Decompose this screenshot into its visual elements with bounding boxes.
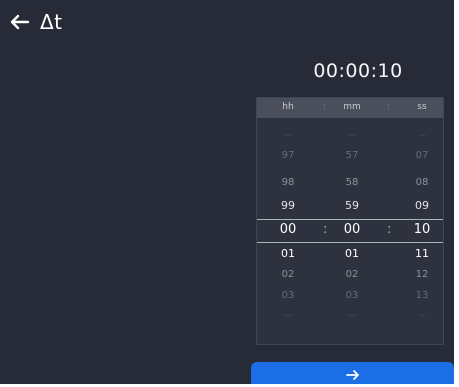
picker-column-header: hh : mm : ss xyxy=(257,98,443,118)
minutes-value[interactable]: 01 xyxy=(337,246,367,262)
picker-row-selected[interactable]: 00 : 00 : 10 xyxy=(257,219,443,241)
hours-value[interactable]: 99 xyxy=(273,198,303,214)
hours-value[interactable]: 03 xyxy=(273,288,303,304)
seconds-value[interactable]: -- xyxy=(407,308,437,324)
picker-row[interactable]: 99 59 09 xyxy=(257,198,443,214)
hours-value[interactable]: -- xyxy=(273,308,303,324)
seconds-value[interactable]: 07 xyxy=(407,148,437,164)
screen: Δt 00:00:10 hh : mm : ss -- -- -- 97 57 … xyxy=(0,0,459,387)
header: Δt xyxy=(8,10,63,34)
picker-row[interactable]: 02 02 12 xyxy=(257,267,443,283)
arrow-right-icon xyxy=(345,369,359,380)
minutes-value[interactable]: -- xyxy=(337,128,367,144)
picker-row[interactable]: -- -- -- xyxy=(257,128,443,144)
minutes-value[interactable]: -- xyxy=(337,308,367,324)
picker-row[interactable]: 03 03 13 xyxy=(257,288,443,304)
hours-value[interactable]: 01 xyxy=(273,246,303,262)
time-value-display: 00:00:10 xyxy=(313,60,403,82)
hours-value[interactable]: 97 xyxy=(273,148,303,164)
seconds-value-selected[interactable]: 10 xyxy=(407,219,437,241)
seconds-value[interactable]: 09 xyxy=(407,198,437,214)
picker-row[interactable]: -- -- -- xyxy=(257,308,443,324)
arrow-left-icon[interactable] xyxy=(8,13,30,31)
seconds-value[interactable]: 11 xyxy=(407,246,437,262)
hours-value[interactable]: 98 xyxy=(273,175,303,191)
hours-value[interactable]: -- xyxy=(273,128,303,144)
picker-row[interactable]: 01 01 11 xyxy=(257,246,443,262)
picker-wheel[interactable]: -- -- -- 97 57 07 98 58 08 99 59 09 00:… xyxy=(257,118,443,344)
minutes-column-label: mm xyxy=(343,102,361,112)
column-separator: : xyxy=(387,222,392,237)
picker-row[interactable]: 97 57 07 xyxy=(257,148,443,164)
picker-row[interactable]: 98 58 08 xyxy=(257,175,443,191)
hours-value-selected[interactable]: 00 xyxy=(273,219,303,241)
seconds-value[interactable]: 12 xyxy=(407,267,437,283)
screen-edge xyxy=(454,0,459,387)
minutes-value[interactable]: 02 xyxy=(337,267,367,283)
column-separator: : xyxy=(323,102,327,112)
hours-value[interactable]: 02 xyxy=(273,267,303,283)
seconds-value[interactable]: -- xyxy=(407,128,437,144)
minutes-value[interactable]: 58 xyxy=(337,175,367,191)
seconds-column-label: ss xyxy=(417,102,427,112)
hours-column-label: hh xyxy=(282,102,294,112)
minutes-value[interactable]: 59 xyxy=(337,198,367,214)
page-title: Δt xyxy=(40,10,63,34)
minutes-value[interactable]: 03 xyxy=(337,288,367,304)
column-separator: : xyxy=(323,222,328,237)
time-picker[interactable]: hh : mm : ss -- -- -- 97 57 07 98 58 08 xyxy=(256,97,444,345)
column-separator: : xyxy=(387,102,391,112)
minutes-value-selected[interactable]: 00 xyxy=(337,219,367,241)
seconds-value[interactable]: 08 xyxy=(407,175,437,191)
minutes-value[interactable]: 57 xyxy=(337,148,367,164)
seconds-value[interactable]: 13 xyxy=(407,288,437,304)
